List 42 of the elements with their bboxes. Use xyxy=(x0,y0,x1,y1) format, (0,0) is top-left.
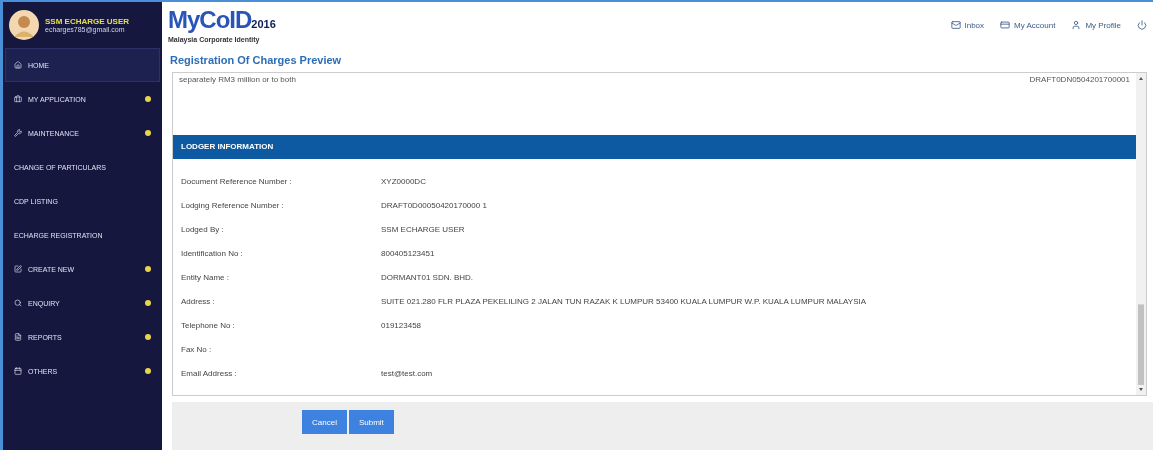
edit-icon xyxy=(14,265,22,273)
card-icon xyxy=(1000,20,1011,30)
wrench-icon xyxy=(14,129,22,137)
field-value: 019123458 xyxy=(381,320,423,330)
user-icon xyxy=(1071,20,1082,30)
cancel-button[interactable]: Cancel xyxy=(302,410,347,434)
field-label: Fax No : xyxy=(181,344,213,354)
field-value: SSM ECHARGE USER xyxy=(381,224,466,234)
header-link[interactable]: My Account xyxy=(1000,20,1056,30)
avatar-icon xyxy=(9,10,39,40)
field-label: Document Reference Number : xyxy=(181,176,293,186)
field-value: DORMANT01 SDN. BHD. xyxy=(381,272,474,282)
field-value: test@test.com xyxy=(381,368,434,378)
section-header: LODGER INFORMATION xyxy=(173,134,1136,159)
search-icon xyxy=(14,299,22,307)
field-label: Telephone No : xyxy=(181,320,236,330)
power-icon xyxy=(1137,20,1147,30)
briefcase-icon xyxy=(14,95,22,103)
calendar-icon xyxy=(14,367,22,375)
file-icon xyxy=(14,333,22,341)
submit-button[interactable]: Submit xyxy=(348,410,394,434)
field-label: Identification No : xyxy=(181,248,244,258)
home-icon xyxy=(14,61,22,69)
reference-number: DRAFT0DN0504201700001 xyxy=(1029,75,1130,86)
header-link[interactable]: My Profile xyxy=(1071,20,1121,30)
field-label: Entity Name : xyxy=(181,272,230,282)
page-title: Registration Of Charges Preview xyxy=(169,53,343,68)
field-label: Address : xyxy=(181,296,216,306)
field-value: DRAFT0D00050420170000 1 xyxy=(381,200,488,210)
user-name: SSM ECHARGE USER xyxy=(45,17,129,26)
field-label: Lodged By : xyxy=(181,224,225,234)
logo: MyCoID2016 xyxy=(168,7,276,35)
field-value: 800405123451 xyxy=(381,248,436,258)
field-value: SUITE 021.280 FLR PLAZA PEKELILING 2 JALAN TUN RAZAK K LUMPUR 53400 KUALA LUMPUR W.P. KUALA LUMPUR MALAYSIA xyxy=(381,296,868,306)
field-value: XYZ0000DC xyxy=(381,176,427,186)
field-label: Lodging Reference Number : xyxy=(181,200,285,210)
power-button[interactable] xyxy=(1137,20,1147,30)
field-label: Email Address : xyxy=(181,368,238,378)
header-link[interactable]: Inbox xyxy=(950,20,985,30)
preview-text: separately RM3 million or to both xyxy=(179,75,296,86)
scrollbar[interactable] xyxy=(1136,73,1146,395)
mail-icon xyxy=(950,20,961,30)
